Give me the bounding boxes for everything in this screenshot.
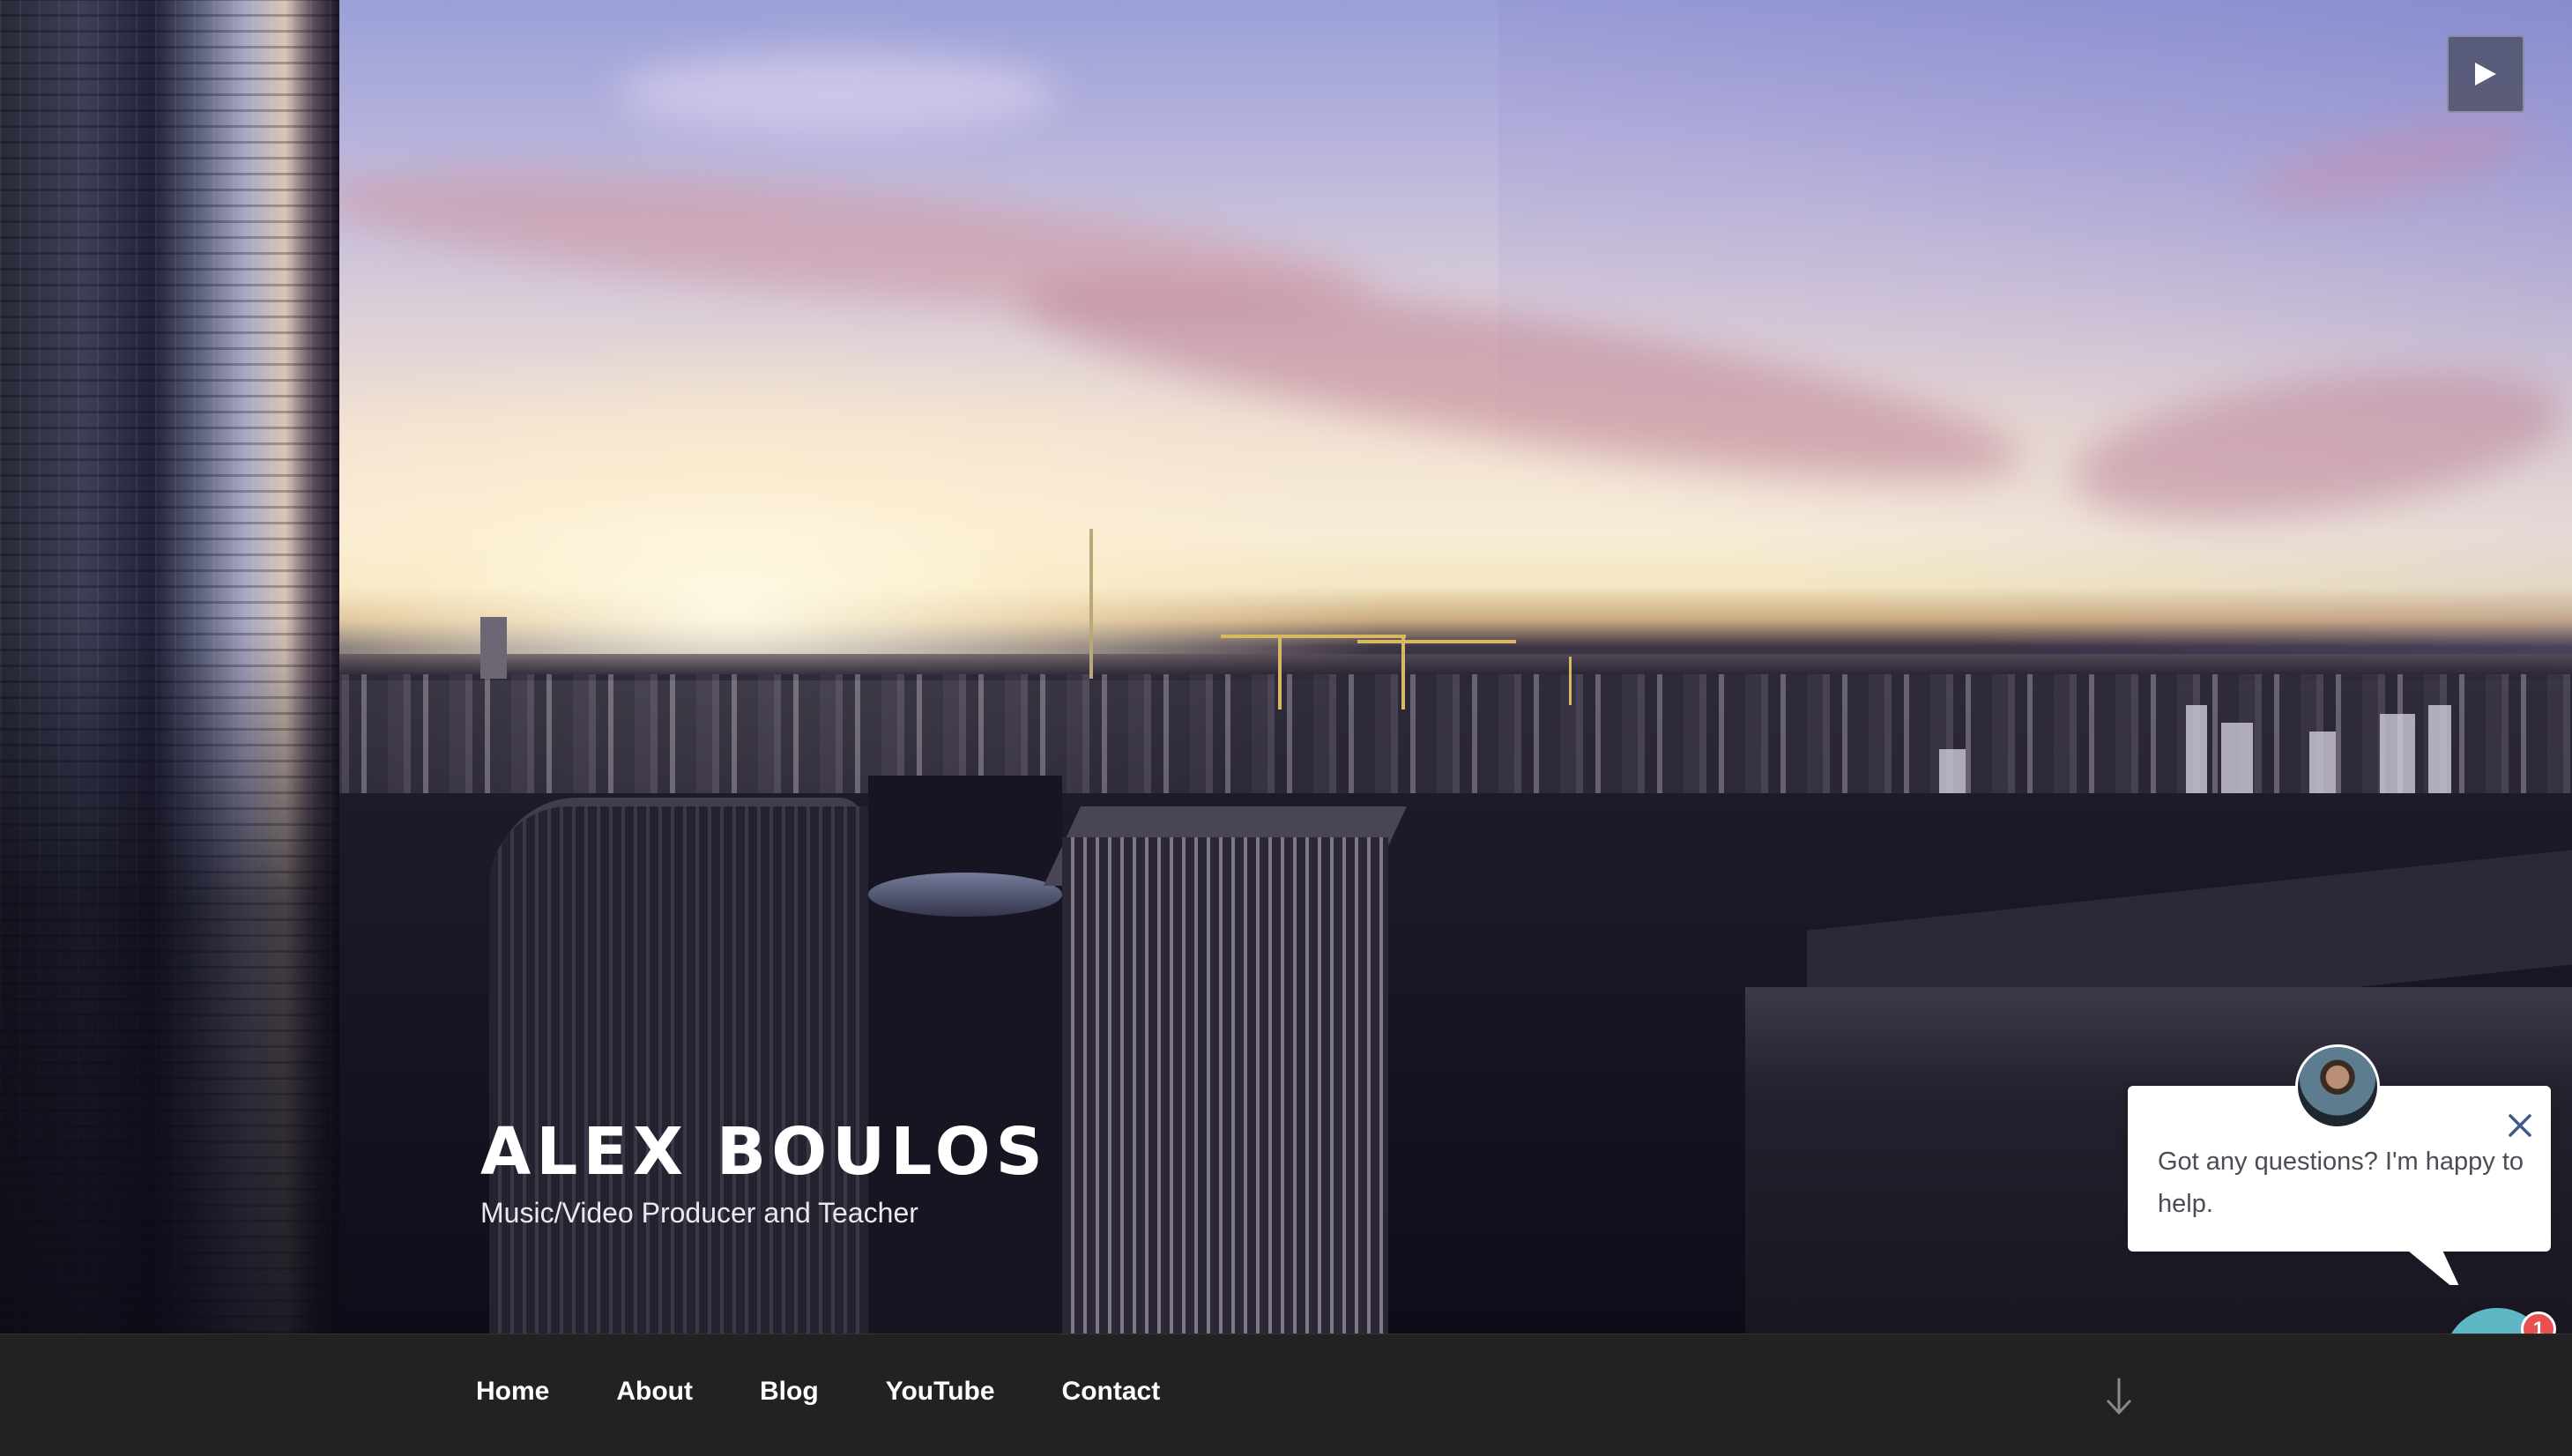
scroll-down-button[interactable]	[2103, 1377, 2135, 1417]
chat-greeting-text: Got any questions? I'm happy to help.	[2158, 1148, 2524, 1218]
site-branding: ALEX BOULOS Music/Video Producer and Tea…	[480, 1119, 1048, 1227]
play-icon	[2475, 63, 2496, 85]
nav-item-home[interactable]: Home	[476, 1378, 549, 1405]
crane	[1089, 529, 1093, 679]
nav-item-youtube[interactable]: YouTube	[886, 1378, 995, 1405]
close-icon	[2509, 1114, 2531, 1137]
nav-item-contact[interactable]: Contact	[1062, 1378, 1161, 1405]
chat-agent-avatar	[2295, 1044, 2380, 1129]
main-navigation: Home About Blog YouTube Contact	[0, 1333, 2572, 1456]
site-description: Music/Video Producer and Teacher	[480, 1197, 918, 1229]
nav-menu: Home About Blog YouTube Contact	[476, 1378, 1227, 1405]
building	[1062, 837, 1388, 1333]
nav-item-blog[interactable]: Blog	[760, 1378, 819, 1405]
nav-item-about[interactable]: About	[616, 1378, 693, 1405]
arrow-down-icon	[2107, 1378, 2131, 1415]
chat-close-button[interactable]	[2503, 1109, 2537, 1142]
building	[489, 806, 868, 1333]
site-title[interactable]: ALEX BOULOS	[480, 1119, 1048, 1185]
video-play-button[interactable]	[2447, 35, 2524, 113]
